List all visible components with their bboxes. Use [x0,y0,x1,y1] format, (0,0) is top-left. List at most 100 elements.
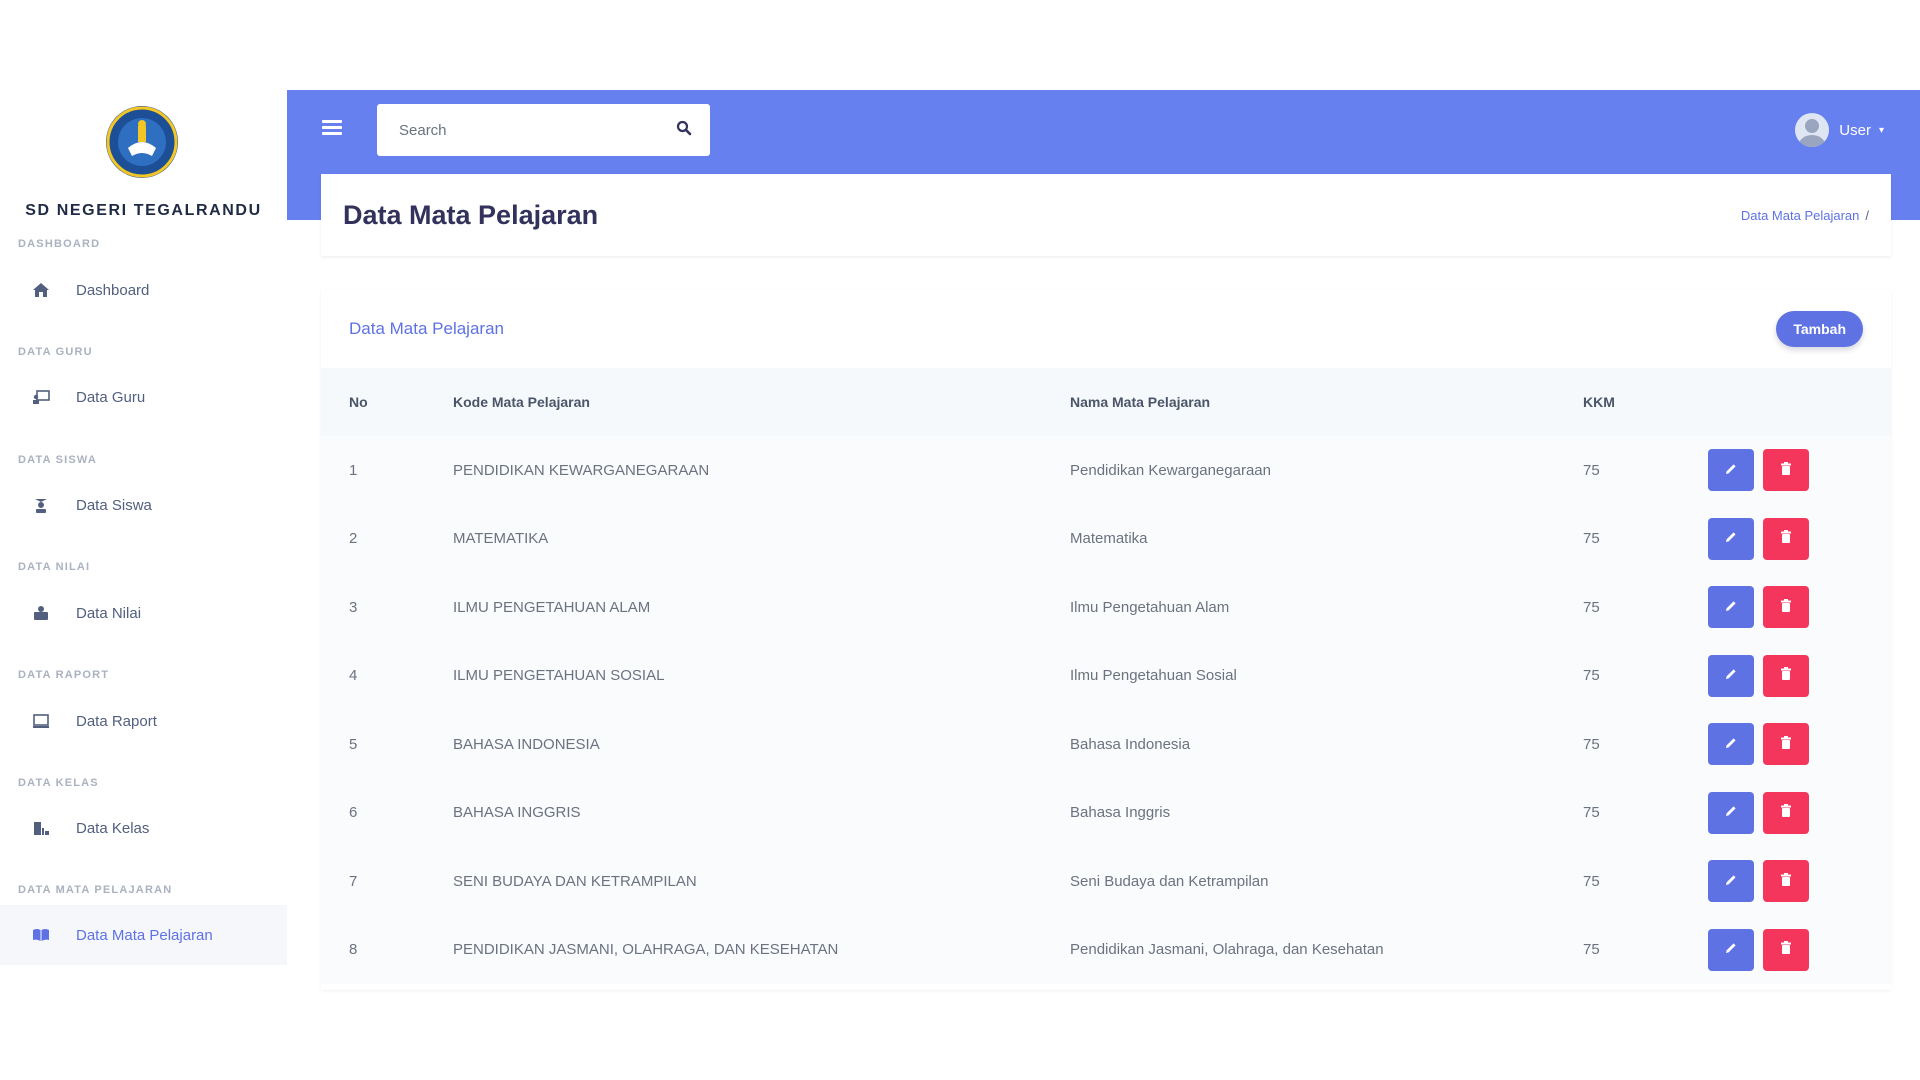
trash-icon [1780,530,1792,547]
pencil-icon [1724,804,1738,821]
cell-actions [1708,710,1891,779]
grades-icon [32,604,50,622]
cell-no: 1 [349,461,358,479]
table-row: 1 PENDIDIKAN KEWARGANEGARAAN Pendidikan … [321,436,1891,505]
cell-actions [1708,505,1891,574]
cell-nama: Seni Budaya dan Ketrampilan [1070,872,1269,890]
sidebar-item-data-raport[interactable]: Data Raport [0,691,287,751]
cell-nama: Bahasa Indonesia [1070,735,1191,753]
pencil-icon [1724,941,1738,958]
sidebar-item-label: Data Kelas [76,819,150,837]
cell-kkm: 75 [1583,461,1600,479]
cell-no: 8 [349,941,358,959]
trash-icon [1780,872,1792,890]
add-button[interactable]: Tambah [1776,311,1863,347]
trash-icon [1780,735,1792,753]
cell-no: 2 [349,530,358,548]
table-row: 3 ILMU PENGETAHUAN ALAM Ilmu Pengetahuan… [321,573,1891,642]
edit-button[interactable] [1708,586,1754,629]
cell-kode: ILMU PENGETAHUAN ALAM [453,598,651,616]
delete-button[interactable] [1763,791,1809,834]
nav-heading-data-nilai: DATA NILAI [18,561,91,573]
sidebar-item-label: Data Raport [76,712,157,730]
cell-nama: Ilmu Pengetahuan Alam [1070,598,1230,616]
breadcrumb: Data Mata Pelajaran / [1741,208,1869,223]
sidebar-item-data-guru[interactable]: Data Guru [0,367,287,427]
delete-button[interactable] [1763,654,1809,697]
table-row: 6 BAHASA INGGRIS Bahasa Inggris 75 [321,778,1891,848]
delete-button[interactable] [1763,449,1809,492]
sidebar-item-data-mata-pelajaran[interactable]: Data Mata Pelajaran [0,905,287,965]
search-icon[interactable] [676,120,692,141]
breadcrumb-link[interactable]: Data Mata Pelajaran [1741,208,1860,223]
cell-nama: Bahasa Inggris [1070,804,1171,822]
cell-actions [1708,847,1891,916]
chalkboard-teacher-icon [32,388,50,406]
delete-button[interactable] [1763,586,1809,629]
delete-button[interactable] [1763,723,1809,766]
pencil-icon [1724,667,1738,684]
table-row: 8 PENDIDIKAN JASMANI, OLAHRAGA, DAN KESE… [321,915,1891,985]
cell-no: 3 [349,598,358,616]
cell-nama: Matematika [1070,530,1148,548]
sidebar-item-data-kelas[interactable]: Data Kelas [0,798,287,858]
pencil-icon [1724,736,1738,753]
home-icon [32,281,50,299]
trash-icon [1780,667,1792,684]
cell-actions [1708,573,1891,642]
cell-kkm: 75 [1583,598,1600,616]
cell-kode: ILMU PENGETAHUAN SOSIAL [453,667,665,685]
cell-actions [1708,779,1891,848]
app-shell: SD NEGERI TEGALRANDU DASHBOARD Dashboard… [0,90,1920,990]
edit-button[interactable] [1708,791,1754,834]
classroom-icon [32,819,50,837]
page-header-card: Data Mata Pelajaran Data Mata Pelajaran / [321,174,1891,256]
cell-kkm: 75 [1583,941,1600,959]
student-icon [32,496,50,514]
cell-no: 6 [349,804,358,822]
trash-icon [1780,598,1792,616]
edit-button[interactable] [1708,654,1754,697]
search-input[interactable] [399,121,676,139]
table-body: 1 PENDIDIKAN KEWARGANEGARAAN Pendidikan … [321,436,1891,984]
sidebar-item-data-siswa[interactable]: Data Siswa [0,475,287,535]
table-row: 4 ILMU PENGETAHUAN SOSIAL Ilmu Pengetahu… [321,641,1891,710]
sidebar-item-label: Data Guru [76,388,146,406]
column-header-kkm: KKM [1583,394,1615,410]
edit-button[interactable] [1708,449,1754,492]
delete-button[interactable] [1763,860,1809,903]
column-header-kode: Kode Mata Pelajaran [453,394,590,410]
page-title: Data Mata Pelajaran [343,199,599,230]
trash-icon [1780,941,1792,958]
cell-no: 5 [349,735,358,753]
delete-button[interactable] [1763,517,1809,560]
cell-kode: MATEMATIKA [453,530,549,548]
sidebar-item-dashboard[interactable]: Dashboard [0,260,287,320]
table-row: 2 MATEMATIKA Matematika 75 [321,504,1891,574]
cell-kkm: 75 [1583,735,1600,753]
card-header: Data Mata Pelajaran Tambah [321,290,1891,368]
edit-button[interactable] [1708,517,1754,560]
table-header-row: No Kode Mata Pelajaran Nama Mata Pelajar… [321,368,1891,436]
subjects-table-card: Data Mata Pelajaran Tambah No Kode Mata … [321,290,1891,990]
school-logo [106,106,178,178]
cell-actions [1708,916,1891,985]
delete-button[interactable] [1763,928,1809,971]
edit-button[interactable] [1708,860,1754,903]
user-label: User [1839,121,1871,139]
trash-icon [1780,461,1792,479]
school-name: SD NEGERI TEGALRANDU [25,202,262,219]
user-menu[interactable]: User ▾ [1795,110,1884,150]
edit-button[interactable] [1708,928,1754,971]
edit-button[interactable] [1708,723,1754,766]
table-row: 5 BAHASA INDONESIA Bahasa Indonesia 75 [321,710,1891,779]
menu-toggle-icon[interactable] [322,120,342,136]
sidebar-item-data-nilai[interactable]: Data Nilai [0,583,287,643]
cell-kkm: 75 [1583,872,1600,890]
cell-kode: PENDIDIKAN KEWARGANEGARAAN [453,461,710,479]
search-box [377,104,710,156]
cell-no: 4 [349,667,358,685]
subjects-table: No Kode Mata Pelajaran Nama Mata Pelajar… [321,368,1891,984]
cell-actions [1708,436,1891,505]
sidebar: SD NEGERI TEGALRANDU DASHBOARD Dashboard… [0,90,287,990]
